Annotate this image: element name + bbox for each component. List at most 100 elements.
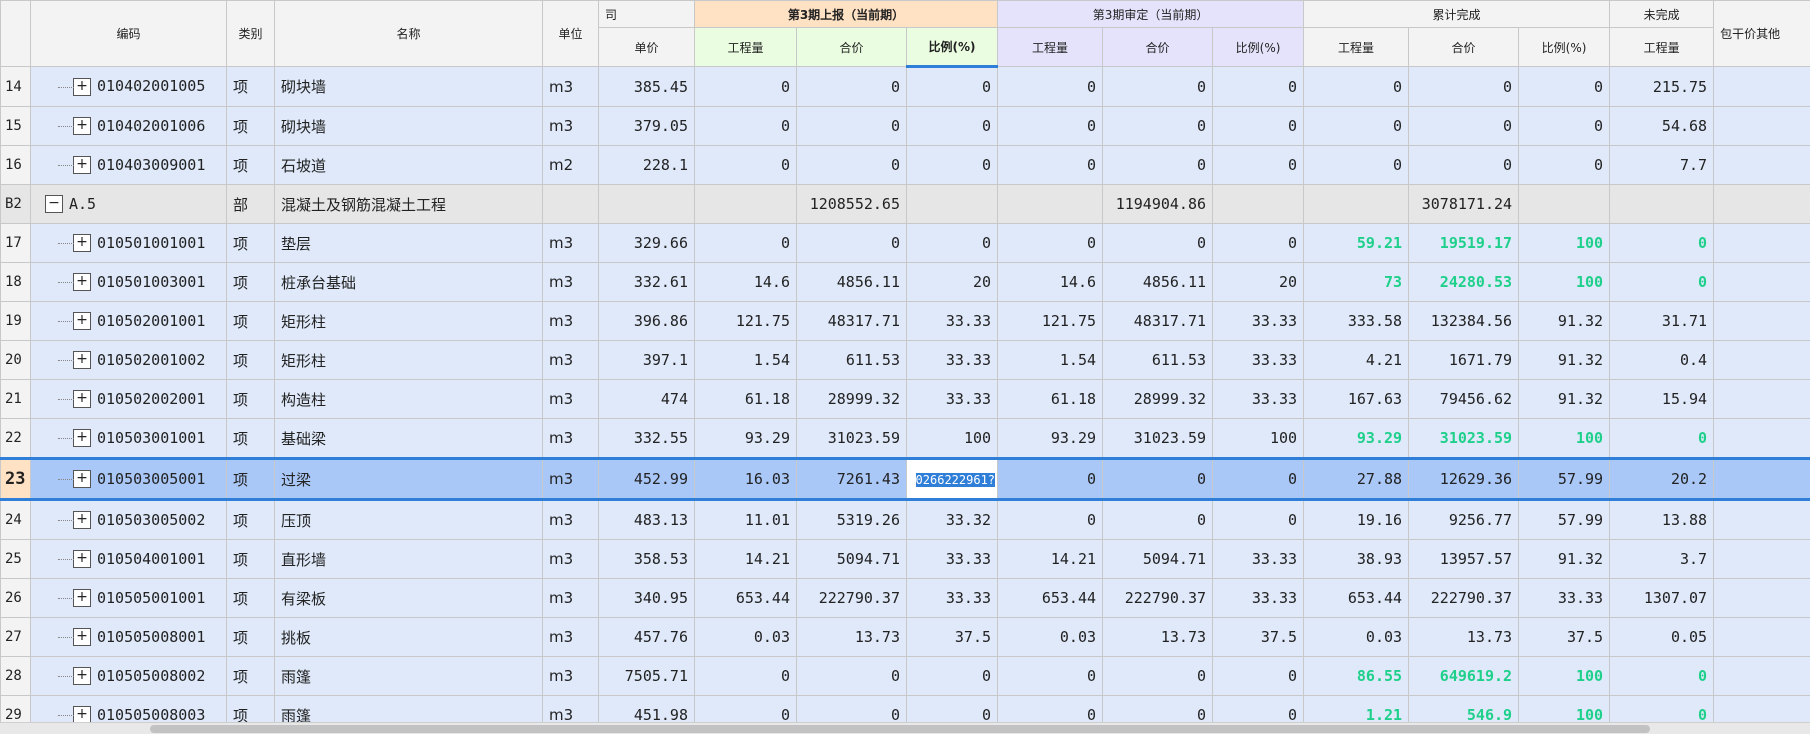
cell-r2[interactable]: 0 [1212, 106, 1305, 146]
cell-code[interactable]: +010402001006 [30, 106, 227, 146]
row-number-header[interactable] [0, 0, 31, 67]
cell-q1[interactable]: 0 [694, 106, 797, 146]
row-number[interactable]: 18 [0, 262, 31, 302]
cell-r3[interactable]: 91.32 [1518, 539, 1611, 579]
cell-price[interactable]: 332.61 [598, 262, 695, 302]
cell-r3[interactable]: 0 [1518, 66, 1611, 107]
col-header-audit-qty[interactable]: 工程量 [997, 27, 1104, 67]
cell-name[interactable]: 石坡道 [274, 145, 543, 185]
table-row[interactable]: 14 +010402001005 项 砌块墙 m3 385.45 0 0 0 0 0 0 0 0 0 215.… [0, 66, 1810, 107]
cell-lumpsum[interactable] [1713, 145, 1810, 185]
col-header-unit[interactable]: 单位 [542, 0, 599, 67]
cell-r3[interactable]: 57.99 [1518, 499, 1611, 540]
cell-r3[interactable]: 100 [1518, 656, 1611, 696]
cell-type[interactable]: 项 [226, 418, 275, 459]
cell-code[interactable]: +010403009001 [30, 145, 227, 185]
cell-t2[interactable]: 611.53 [1102, 340, 1214, 380]
cell-t2[interactable]: 13.73 [1102, 617, 1214, 657]
cell-t2[interactable]: 0 [1102, 656, 1214, 696]
cell-r3[interactable]: 91.32 [1518, 379, 1611, 419]
cell-t2[interactable]: 0 [1102, 499, 1214, 540]
cell-name[interactable]: 混凝土及钢筋混凝土工程 [274, 184, 543, 224]
cell-r3[interactable]: 37.5 [1518, 617, 1611, 657]
cell-r3[interactable]: 91.32 [1518, 340, 1611, 380]
cell-name[interactable]: 过梁 [274, 457, 543, 501]
col-header-report-qty[interactable]: 工程量 [694, 27, 797, 67]
cell-t2[interactable]: 0 [1102, 223, 1214, 263]
cell-lumpsum[interactable] [1713, 578, 1810, 618]
col-group-current-audit[interactable]: 第3期审定（当前期） [997, 0, 1305, 28]
cell-q3[interactable]: 4.21 [1303, 340, 1410, 380]
expand-icon[interactable]: + [58, 511, 91, 530]
cell-code[interactable]: +010505001001 [30, 578, 227, 618]
cell-t1[interactable]: 5094.71 [796, 539, 907, 579]
row-number[interactable]: 19 [0, 301, 31, 341]
cell-t1[interactable]: 7261.43 [796, 457, 907, 501]
expand-icon[interactable]: + [58, 351, 91, 370]
cell-price[interactable]: 358.53 [598, 539, 695, 579]
cell-lumpsum[interactable] [1713, 418, 1810, 459]
cell-t2[interactable]: 5094.71 [1102, 539, 1214, 579]
row-number[interactable]: 14 [0, 66, 31, 107]
cell-type[interactable]: 项 [226, 106, 275, 146]
cell-r2[interactable]: 37.5 [1212, 617, 1305, 657]
cell-q2[interactable]: 93.29 [997, 418, 1104, 459]
cell-q3[interactable]: 167.63 [1303, 379, 1410, 419]
cell-code[interactable]: +010402001005 [30, 66, 227, 107]
row-number[interactable]: 24 [0, 499, 31, 540]
cell-q2[interactable]: 14.21 [997, 539, 1104, 579]
cell-q2[interactable]: 0 [997, 457, 1104, 501]
cell-q2[interactable]: 0 [997, 145, 1104, 185]
cell-r2[interactable]: 33.33 [1212, 379, 1305, 419]
col-header-cum-ratio[interactable]: 比例(%) [1518, 27, 1611, 67]
col-header-cum-total[interactable]: 合价 [1408, 27, 1520, 67]
cell-r3[interactable]: 100 [1518, 262, 1611, 302]
cell-unit[interactable]: m3 [542, 539, 599, 579]
cell-lumpsum[interactable] [1713, 262, 1810, 302]
cell-r3[interactable]: 0 [1518, 145, 1611, 185]
table-row[interactable]: 23 +010503005001 项过梁 m3 452.99 16.03 7261.43 02… [0, 457, 1810, 501]
col-group-cumulative[interactable]: 累计完成 [1303, 0, 1611, 28]
cell-type[interactable]: 项 [226, 145, 275, 185]
cell-q1[interactable]: 16.03 [694, 457, 797, 501]
cell-type[interactable]: 项 [226, 223, 275, 263]
cell-t3[interactable]: 0 [1408, 66, 1520, 107]
cell-price[interactable]: 379.05 [598, 106, 695, 146]
cell-unit[interactable]: m3 [542, 301, 599, 341]
cell-name[interactable]: 构造柱 [274, 379, 543, 419]
cell-r1[interactable]: 33.33 [905, 539, 999, 579]
cell-name[interactable]: 垫层 [274, 223, 543, 263]
cell-lumpsum[interactable] [1713, 457, 1810, 501]
expand-icon[interactable]: + [58, 156, 91, 175]
cell-q2[interactable]: 0.03 [997, 617, 1104, 657]
cell-q1[interactable]: 93.29 [694, 418, 797, 459]
cell-price[interactable]: 474 [598, 379, 695, 419]
cell-q3[interactable]: 59.21 [1303, 223, 1410, 263]
cell-code[interactable]: +010503005001 [30, 457, 227, 501]
cell-price[interactable]: 397.1 [598, 340, 695, 380]
cell-r3[interactable]: 91.32 [1518, 301, 1611, 341]
cell-q2[interactable]: 121.75 [997, 301, 1104, 341]
cell-r1[interactable]: 33.32 [905, 499, 999, 540]
row-number[interactable]: 17 [0, 223, 31, 263]
cell-t3[interactable]: 222790.37 [1408, 578, 1520, 618]
cell-price[interactable]: 228.1 [598, 145, 695, 185]
cell-t1[interactable]: 4856.11 [796, 262, 907, 302]
cell-q4[interactable]: 7.7 [1609, 145, 1715, 185]
cell-q1[interactable]: 0 [694, 66, 797, 107]
cell-price[interactable]: 452.99 [598, 457, 695, 501]
table-row[interactable]: B2 − A.5 部 混凝土及钢筋混凝土工程 1208552.65 1194904.86 30… [0, 184, 1810, 224]
expand-icon[interactable]: + [58, 312, 91, 331]
cell-t2[interactable]: 28999.32 [1102, 379, 1214, 419]
cell-t3[interactable]: 13957.57 [1408, 539, 1520, 579]
table-row[interactable]: 28 +010505008002 项 雨篷 m3 7505.71 0 0 0 0 0 0 86.55 64… [0, 656, 1810, 696]
cell-name[interactable]: 直形墙 [274, 539, 543, 579]
cell-type[interactable]: 项 [226, 617, 275, 657]
cell-r3[interactable] [1518, 184, 1611, 224]
cell-lumpsum[interactable] [1713, 106, 1810, 146]
table-row[interactable]: 19 +010502001001 项 矩形柱 m3 396.86 121.75 48317.7… [0, 301, 1810, 341]
row-number[interactable]: 27 [0, 617, 31, 657]
cell-price[interactable]: 483.13 [598, 499, 695, 540]
ratio-edit-input[interactable]: 0266222961? [905, 457, 999, 501]
cell-t2[interactable]: 0 [1102, 457, 1214, 501]
